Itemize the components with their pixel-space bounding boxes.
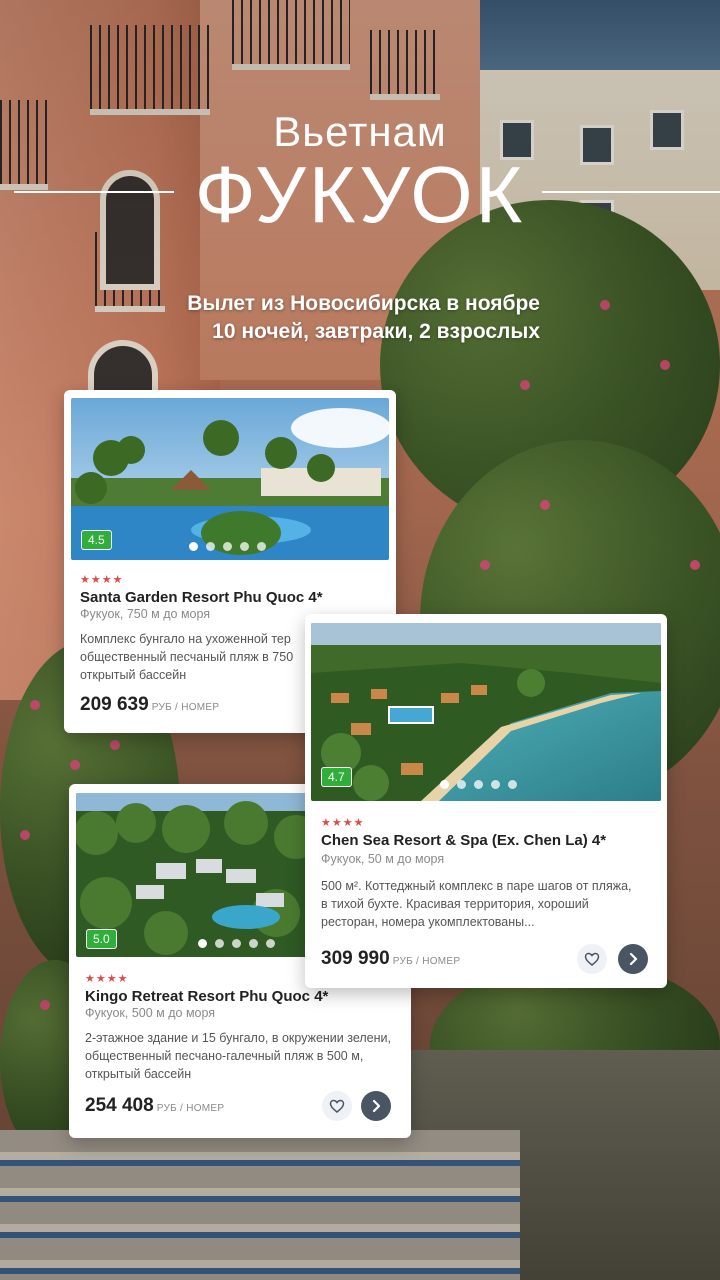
next-button[interactable]: [361, 1091, 391, 1121]
hotel-price: 309 990 РУБ / НОМЕР: [321, 948, 460, 970]
price-amount: 209 639: [80, 694, 149, 715]
carousel-dot[interactable]: [206, 542, 215, 551]
hotel-photo[interactable]: 4.5: [71, 398, 389, 560]
hotel-photo[interactable]: 4.7: [311, 623, 661, 801]
carousel-dot[interactable]: [491, 780, 500, 789]
chevron-right-icon: [629, 952, 638, 966]
carousel-dot[interactable]: [240, 542, 249, 551]
star-rating: ★★★★: [85, 973, 129, 985]
trip-subtitle: Вылет из Новосибирска в ноябре 10 ночей,…: [100, 290, 540, 346]
favorite-button[interactable]: [322, 1091, 352, 1121]
carousel-dots[interactable]: [189, 542, 266, 551]
price-unit: РУБ / НОМЕР: [151, 702, 220, 713]
hotel-description: Комплекс бунгало на ухоженной тер общест…: [80, 632, 294, 682]
next-button[interactable]: [618, 944, 648, 974]
carousel-dots[interactable]: [198, 939, 275, 948]
price-amount: 254 408: [85, 1095, 154, 1116]
carousel-dot[interactable]: [223, 542, 232, 551]
heart-icon: [584, 952, 600, 966]
star-rating: ★★★★: [80, 574, 124, 586]
carousel-dot[interactable]: [215, 939, 224, 948]
hotel-name[interactable]: Chen Sea Resort & Spa (Ex. Chen La) 4*: [321, 832, 606, 849]
hotel-name[interactable]: Santa Garden Resort Phu Quoc 4*: [80, 589, 323, 606]
price-unit: РУБ / НОМЕР: [392, 956, 461, 967]
hotel-location: Фукуок, 750 м до моря: [80, 607, 211, 621]
city-title-row: ФУКУОК: [0, 150, 720, 240]
subtitle-line-details: 10 ночей, завтраки, 2 взрослых: [212, 320, 540, 343]
carousel-dot[interactable]: [257, 542, 266, 551]
rating-badge: 4.7: [321, 767, 352, 787]
price-unit: РУБ / НОМЕР: [156, 1103, 225, 1114]
heart-icon: [329, 1099, 345, 1113]
rating-badge: 5.0: [86, 929, 117, 949]
hotel-price: 254 408 РУБ / НОМЕР: [85, 1095, 224, 1117]
carousel-dot[interactable]: [508, 780, 517, 789]
hotel-location: Фукуок, 500 м до моря: [85, 1006, 216, 1020]
carousel-dot[interactable]: [198, 939, 207, 948]
price-amount: 309 990: [321, 948, 390, 969]
chevron-right-icon: [372, 1099, 381, 1113]
carousel-dot[interactable]: [440, 780, 449, 789]
rating-badge: 4.5: [81, 530, 112, 550]
carousel-dot[interactable]: [474, 780, 483, 789]
country-title: Вьетнам: [273, 108, 447, 155]
hotel-photo[interactable]: 5.0: [76, 793, 312, 957]
hotel-card-chen-sea[interactable]: 4.7 ★★★★ Chen Sea Resort & Spa (Ex. Chen…: [305, 614, 667, 988]
subtitle-line-departure: Вылет из Новосибирска в ноябре: [187, 292, 540, 315]
hotel-price: 209 639 РУБ / НОМЕР: [80, 694, 219, 716]
carousel-dot[interactable]: [189, 542, 198, 551]
carousel-dot[interactable]: [457, 780, 466, 789]
hotel-description: 2-этажное здание и 15 бунгало, в окружен…: [85, 1031, 391, 1081]
hotel-name[interactable]: Kingo Retreat Resort Phu Quoc 4*: [85, 988, 328, 1005]
carousel-dot[interactable]: [232, 939, 241, 948]
hotel-location: Фукуок, 50 м до моря: [321, 852, 445, 866]
favorite-button[interactable]: [577, 944, 607, 974]
hotel-description: 500 м². Коттеджный комплекс в паре шагов…: [321, 879, 632, 929]
city-title: ФУКУОК: [194, 150, 526, 239]
carousel-dot[interactable]: [249, 939, 258, 948]
star-rating: ★★★★: [321, 817, 365, 829]
carousel-dots[interactable]: [440, 780, 517, 789]
carousel-dot[interactable]: [266, 939, 275, 948]
